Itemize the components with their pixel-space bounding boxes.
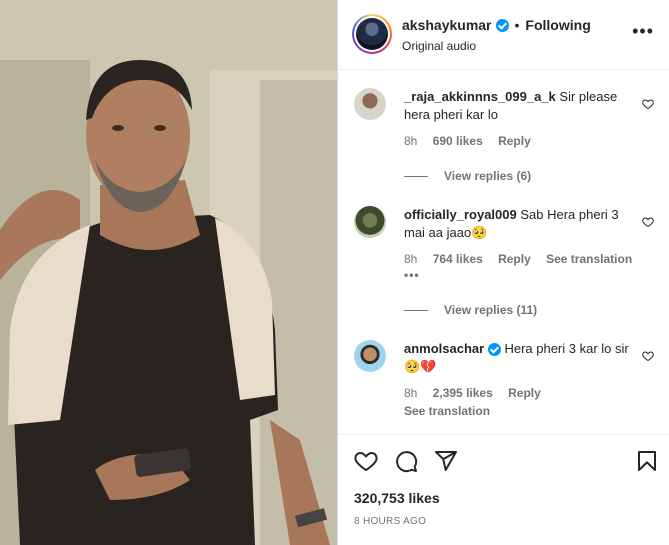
like-comment-heart-icon[interactable]	[642, 98, 654, 110]
bookmark-icon[interactable]	[635, 449, 659, 473]
heart-icon[interactable]	[354, 449, 378, 473]
comment-age: 8h	[404, 252, 418, 266]
like-comment-heart-icon[interactable]	[642, 350, 654, 362]
comment-meta: 8h 2,395 likes Reply	[404, 386, 553, 400]
reply-button[interactable]: Reply	[508, 386, 541, 400]
see-translation-button[interactable]: See translation	[546, 252, 632, 266]
comment-likes[interactable]: 764 likes	[433, 252, 483, 266]
commenter-username[interactable]: _raja_akkinnns_099_a_k	[404, 89, 556, 104]
reply-button[interactable]: Reply	[498, 134, 531, 148]
comment-translation-row: See translation	[404, 404, 502, 418]
see-translation-button[interactable]: See translation	[404, 404, 490, 418]
comment-body: officially_royal009 Sab Hera pheri 3 mai…	[404, 206, 638, 242]
comment-likes[interactable]: 690 likes	[433, 134, 483, 148]
header-separator: •	[514, 17, 520, 33]
audio-label[interactable]: Original audio	[402, 39, 476, 53]
avatar-inner	[354, 16, 390, 52]
verified-icon	[487, 343, 501, 357]
like-comment-heart-icon[interactable]	[642, 216, 654, 228]
comment-body: anmolsachar Hera pheri 3 kar lo sir🥺💔	[404, 340, 638, 376]
more-options-icon[interactable]: •••	[632, 22, 654, 40]
comment-meta: 8h 690 likes Reply	[404, 134, 543, 148]
reply-button[interactable]: Reply	[498, 252, 531, 266]
view-replies-label: View replies (11)	[444, 303, 538, 317]
verified-icon	[495, 18, 509, 32]
commenter-avatar[interactable]	[354, 88, 386, 120]
commenter-username[interactable]: officially_royal009	[404, 207, 517, 222]
author-username[interactable]: akshaykumar	[402, 17, 492, 33]
view-replies-button[interactable]: View replies (6)	[404, 169, 531, 183]
author-avatar[interactable]	[352, 14, 392, 54]
commenter-username[interactable]: anmolsachar	[404, 341, 484, 356]
replies-divider	[404, 309, 428, 311]
replies-divider	[404, 175, 428, 177]
comment-item: _raja_akkinnns_099_a_k Sir please hera p…	[354, 88, 654, 178]
avatar-image	[356, 18, 388, 50]
post-details-panel: akshaykumar • Following Original audio •…	[337, 0, 669, 545]
comment-meta: 8h 764 likes Reply See translation	[404, 252, 644, 266]
comment-options-icon[interactable]: •••	[404, 268, 420, 282]
commenter-avatar[interactable]	[354, 340, 386, 372]
video-frame	[0, 0, 337, 545]
share-icon[interactable]	[434, 449, 458, 473]
view-replies-button[interactable]: View replies (11)	[404, 303, 537, 317]
comment-likes[interactable]: 2,395 likes	[433, 386, 493, 400]
post-video[interactable]	[0, 0, 337, 545]
post-actions: 320,753 likes 8 HOURS AGO	[338, 434, 669, 545]
post-header: akshaykumar • Following Original audio •…	[338, 0, 669, 70]
comment-age: 8h	[404, 386, 418, 400]
post-likes-count[interactable]: 320,753 likes	[354, 490, 440, 506]
comment-item: anmolsachar Hera pheri 3 kar lo sir🥺💔 8h…	[354, 340, 654, 432]
comments-list[interactable]: _raja_akkinnns_099_a_k Sir please hera p…	[338, 70, 669, 434]
view-replies-label: View replies (6)	[444, 169, 532, 183]
commenter-avatar[interactable]	[354, 206, 386, 238]
comment-body: _raja_akkinnns_099_a_k Sir please hera p…	[404, 88, 638, 124]
post-timestamp[interactable]: 8 HOURS AGO	[354, 516, 426, 527]
following-button[interactable]: Following	[525, 17, 590, 33]
comment-age: 8h	[404, 134, 418, 148]
comment-item: officially_royal009 Sab Hera pheri 3 mai…	[354, 206, 654, 296]
comment-icon[interactable]	[394, 449, 418, 473]
header-row: akshaykumar • Following	[402, 17, 591, 33]
